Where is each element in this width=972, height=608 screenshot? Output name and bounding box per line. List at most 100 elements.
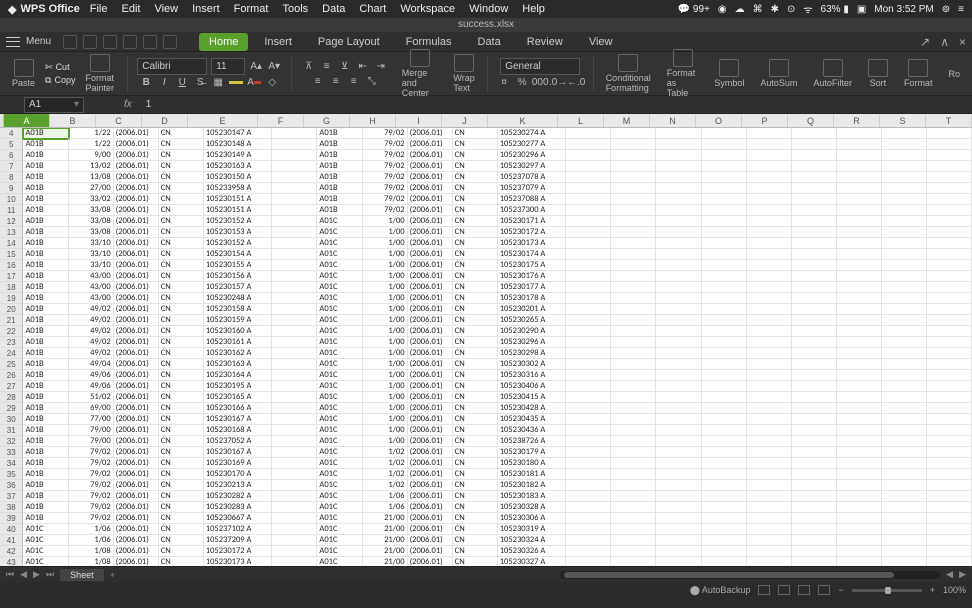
cell[interactable]: 1/02: [363, 469, 408, 480]
cell[interactable]: 105230163 A: [204, 161, 273, 172]
cell[interactable]: [792, 227, 837, 238]
column-header-B[interactable]: B: [50, 114, 96, 127]
column-header-O[interactable]: O: [696, 114, 742, 127]
cell[interactable]: [882, 458, 927, 469]
cell[interactable]: (2006.01): [114, 425, 159, 436]
cell[interactable]: [747, 304, 792, 315]
cell[interactable]: [837, 128, 882, 139]
horizontal-scrollbar[interactable]: [560, 571, 940, 579]
cell[interactable]: (2006.01): [114, 535, 159, 546]
cell[interactable]: CN: [453, 557, 498, 566]
cell[interactable]: (2006.01): [114, 194, 159, 205]
cell[interactable]: 1/02: [363, 458, 408, 469]
cell[interactable]: 1/00: [363, 293, 408, 304]
cell[interactable]: A01B: [23, 293, 68, 304]
cell[interactable]: A01B: [23, 403, 68, 414]
cell[interactable]: [611, 326, 656, 337]
cell[interactable]: 79/02: [69, 480, 114, 491]
row-header[interactable]: 10: [0, 194, 23, 205]
cell[interactable]: [702, 502, 747, 513]
cell[interactable]: A01B: [23, 469, 68, 480]
cell[interactable]: [747, 535, 792, 546]
cell[interactable]: [702, 403, 747, 414]
cell[interactable]: 105230195 A: [204, 381, 273, 392]
cell[interactable]: [747, 524, 792, 535]
cell[interactable]: [837, 194, 882, 205]
cell[interactable]: 1/00: [363, 359, 408, 370]
cell[interactable]: [702, 535, 747, 546]
cell[interactable]: [927, 183, 972, 194]
cell[interactable]: (2006.01): [114, 183, 159, 194]
cell[interactable]: [792, 458, 837, 469]
cell[interactable]: [927, 315, 972, 326]
column-header-G[interactable]: G: [304, 114, 350, 127]
cell[interactable]: 1/02: [363, 447, 408, 458]
cell[interactable]: [927, 271, 972, 282]
cell[interactable]: [611, 359, 656, 370]
cell[interactable]: (2006.01): [114, 227, 159, 238]
cell[interactable]: A01C: [317, 469, 362, 480]
cell[interactable]: 79/02: [69, 469, 114, 480]
cell[interactable]: A01C: [23, 546, 68, 557]
cell[interactable]: [792, 491, 837, 502]
cell[interactable]: [566, 337, 611, 348]
cell[interactable]: [656, 557, 701, 566]
cell[interactable]: 13/02: [69, 161, 114, 172]
cell[interactable]: [611, 414, 656, 425]
row-header[interactable]: 42: [0, 546, 23, 557]
row-header[interactable]: 12: [0, 216, 23, 227]
cell[interactable]: A01B: [23, 205, 68, 216]
row-header[interactable]: 38: [0, 502, 23, 513]
row-header[interactable]: 28: [0, 392, 23, 403]
cell[interactable]: [272, 216, 317, 227]
cell[interactable]: 105230175 A: [498, 260, 567, 271]
cell[interactable]: [747, 436, 792, 447]
cell[interactable]: (2006.01): [408, 194, 453, 205]
cell[interactable]: [272, 249, 317, 260]
cell[interactable]: 105230183 A: [498, 491, 567, 502]
cell[interactable]: A01C: [317, 557, 362, 566]
cell[interactable]: CN: [453, 403, 498, 414]
cell[interactable]: [792, 513, 837, 524]
cell[interactable]: [927, 205, 972, 216]
font-name-select[interactable]: [137, 58, 207, 75]
cell[interactable]: [611, 337, 656, 348]
cell[interactable]: [566, 293, 611, 304]
close-icon[interactable]: ×: [959, 35, 966, 49]
cell[interactable]: 105230248 A: [204, 293, 273, 304]
new-icon[interactable]: [63, 35, 77, 49]
cell[interactable]: A01C: [317, 271, 362, 282]
cell[interactable]: [566, 502, 611, 513]
cell[interactable]: [702, 458, 747, 469]
cell[interactable]: [272, 282, 317, 293]
cell[interactable]: [656, 359, 701, 370]
cell[interactable]: 105230406 A: [498, 381, 567, 392]
cell[interactable]: [656, 513, 701, 524]
cell[interactable]: A01C: [317, 524, 362, 535]
cell[interactable]: [611, 403, 656, 414]
cell[interactable]: [837, 491, 882, 502]
cell[interactable]: [272, 150, 317, 161]
cell[interactable]: [882, 315, 927, 326]
cell[interactable]: (2006.01): [408, 524, 453, 535]
cell[interactable]: 105230302 A: [498, 359, 567, 370]
cell[interactable]: [837, 139, 882, 150]
cell[interactable]: 105230282 A: [204, 491, 273, 502]
add-sheet-icon[interactable]: +: [110, 570, 115, 580]
cell[interactable]: (2006.01): [114, 139, 159, 150]
cell[interactable]: [882, 260, 927, 271]
cell[interactable]: [702, 172, 747, 183]
cell[interactable]: [927, 370, 972, 381]
cell[interactable]: [927, 513, 972, 524]
cell[interactable]: [882, 370, 927, 381]
cell[interactable]: A01C: [317, 491, 362, 502]
cell[interactable]: [656, 304, 701, 315]
cell[interactable]: [611, 282, 656, 293]
cell[interactable]: CN: [453, 414, 498, 425]
cell[interactable]: [611, 238, 656, 249]
cell[interactable]: [747, 172, 792, 183]
cell[interactable]: A01B: [23, 348, 68, 359]
cell[interactable]: [837, 480, 882, 491]
cell[interactable]: 1/00: [363, 304, 408, 315]
cell[interactable]: [837, 315, 882, 326]
